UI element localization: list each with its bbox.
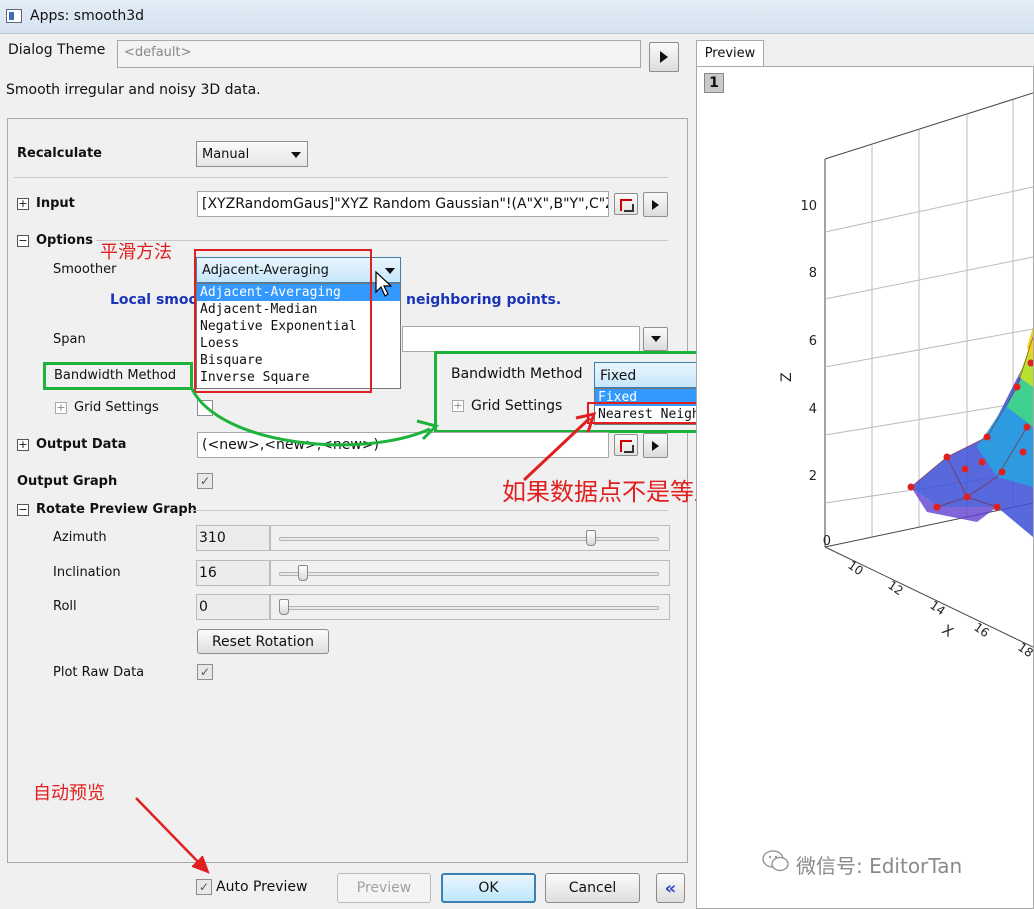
annotation-auto-preview: 自动预览 [33, 783, 105, 804]
rotate-label: Rotate Preview Graph [36, 502, 197, 517]
z-tick-label: 6 [809, 334, 817, 349]
z-tick-label: 4 [809, 402, 817, 417]
divider [14, 177, 668, 178]
reset-rotation-button[interactable]: Reset Rotation [197, 629, 329, 654]
expand-grid-settings-icon[interactable]: + [55, 402, 67, 414]
title-bar: Apps: smooth3d [0, 0, 1034, 34]
azimuth-input[interactable]: 310 [196, 525, 270, 551]
x-tick-label: 12 [885, 578, 906, 598]
roll-label: Roll [53, 599, 77, 614]
auto-preview-checkbox[interactable]: ✓ [196, 879, 212, 895]
dialog-theme-input[interactable]: <default> [117, 40, 641, 68]
play-right-icon [660, 51, 668, 63]
input-range-value: [XYZRandomGaus]"XYZ Random Gaussian"!(A"… [202, 196, 609, 212]
output-data-label: Output Data [36, 437, 127, 452]
x-tick-label: 10 [845, 558, 866, 578]
watermark-text: 微信号: EditorTan [796, 854, 963, 878]
inclination-slider[interactable] [270, 560, 670, 586]
green-arrow [190, 388, 439, 447]
slider-track [279, 606, 659, 610]
dialog-theme-menu-button[interactable] [649, 42, 679, 72]
preview-panel: Preview 1 10 8 6 4 2 0 Z 10 12 14 16 18 … [696, 40, 1034, 909]
span-label: Span [53, 332, 86, 347]
grid-settings-label: Grid Settings [74, 400, 159, 415]
collapse-rotate-icon[interactable]: − [17, 504, 29, 516]
recalculate-label: Recalculate [17, 146, 102, 161]
roll-slider-thumb[interactable] [279, 599, 289, 615]
z-tick-label: 10 [800, 199, 817, 214]
annotation-smooth-method: 平滑方法 [100, 242, 172, 263]
preview-button[interactable]: Preview [337, 873, 431, 903]
z-tick-label: 2 [809, 469, 817, 484]
red-arrow [135, 797, 210, 874]
ok-button[interactable]: OK [441, 873, 536, 903]
chevron-down-icon [650, 336, 661, 342]
x-tick-label: 18 [1015, 640, 1033, 660]
slider-track [279, 572, 659, 576]
input-range-field[interactable]: [XYZRandomGaus]"XYZ Random Gaussian"!(A"… [197, 191, 609, 217]
x-tick-label: 16 [971, 620, 992, 640]
span-input[interactable] [402, 326, 640, 352]
output-data-menu-button[interactable] [643, 433, 668, 458]
play-right-icon [652, 440, 659, 451]
smoother-hint-right: neighboring points. [406, 292, 562, 308]
app-description: Smooth irregular and noisy 3D data. [6, 82, 261, 98]
dialog-theme-value: <default> [124, 45, 192, 60]
cancel-button[interactable]: Cancel [545, 873, 640, 903]
smoother-highlight-box [194, 249, 372, 393]
collapse-panel-button[interactable]: « [656, 873, 685, 903]
z-axis-label: Z [779, 372, 795, 382]
roll-slider[interactable] [270, 594, 670, 620]
slider-track [279, 537, 659, 541]
bandwidth-highlight-box [43, 362, 193, 390]
options-divider [96, 240, 668, 241]
expand-input-icon[interactable]: + [17, 198, 29, 210]
x-tick-label: 14 [927, 598, 948, 618]
mouse-cursor-icon [375, 270, 393, 297]
range-picker-button[interactable] [614, 434, 638, 456]
input-label: Input [36, 196, 75, 211]
wechat-logo [762, 848, 790, 874]
expand-grid-settings-icon[interactable]: + [452, 400, 464, 412]
preview-3d-plot: 10 8 6 4 2 0 Z 10 12 14 16 18 X [779, 92, 1033, 660]
tab-preview[interactable]: Preview [696, 40, 764, 67]
recalculate-value: Manual [202, 147, 250, 162]
preview-canvas: 1 10 8 6 4 2 0 Z 10 12 14 16 18 X [696, 66, 1034, 909]
red-arrow [522, 411, 597, 482]
output-graph-label: Output Graph [17, 474, 118, 489]
callout-bandwidth-value: Fixed [600, 368, 637, 384]
options-label: Options [36, 233, 93, 248]
collapse-options-icon[interactable]: − [17, 235, 29, 247]
z-tick-label: 8 [809, 266, 817, 281]
auto-preview-label: Auto Preview [216, 879, 308, 895]
smoother-label: Smoother [53, 262, 117, 277]
output-graph-checkbox[interactable]: ✓ [197, 473, 213, 489]
chevron-down-icon [291, 152, 301, 158]
plot-raw-data-label: Plot Raw Data [53, 665, 145, 680]
z-tick-label: 0 [823, 534, 831, 549]
plot-raw-data-checkbox[interactable]: ✓ [197, 664, 213, 680]
app-icon [6, 9, 22, 23]
span-dropdown-button[interactable] [643, 327, 668, 351]
recalculate-select[interactable]: Manual [196, 141, 308, 167]
play-right-icon [652, 199, 659, 210]
azimuth-slider-thumb[interactable] [586, 530, 597, 546]
rotate-divider [190, 510, 668, 511]
dialog-theme-label: Dialog Theme [8, 42, 106, 58]
inclination-input[interactable]: 16 [196, 560, 270, 586]
azimuth-slider[interactable] [270, 525, 670, 551]
expand-output-data-icon[interactable]: + [17, 439, 29, 451]
callout-bandwidth-label: Bandwidth Method [451, 366, 583, 382]
window-title: Apps: smooth3d [30, 8, 145, 24]
inclination-slider-thumb[interactable] [297, 565, 308, 581]
input-menu-button[interactable] [643, 192, 668, 217]
inclination-label: Inclination [53, 565, 121, 580]
roll-input[interactable]: 0 [196, 594, 270, 620]
range-picker-button[interactable] [614, 193, 638, 215]
azimuth-label: Azimuth [53, 530, 107, 545]
x-axis-label: X [939, 622, 956, 641]
